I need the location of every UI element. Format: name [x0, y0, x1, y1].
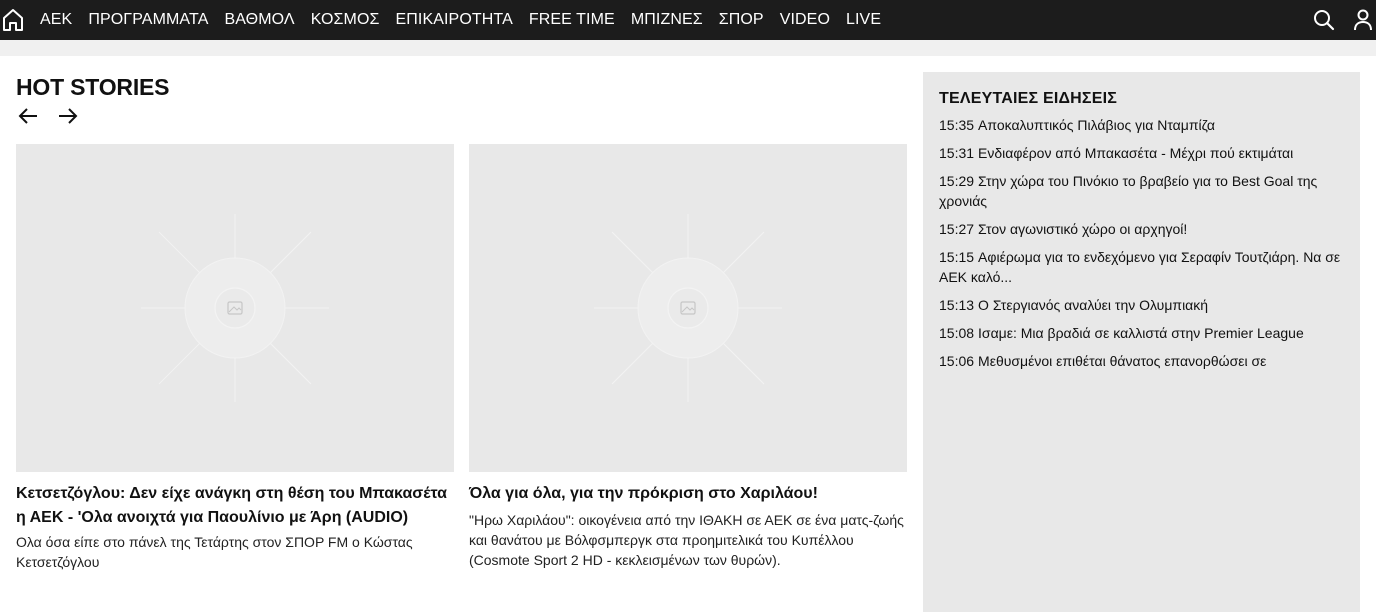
image-placeholder[interactable]	[16, 144, 454, 472]
news-time: 15:35	[939, 117, 975, 133]
news-item[interactable]: 15:35 Αποκαλυπτικός Πιλάβιος για Νταμπίζα	[939, 115, 1344, 135]
news-headline[interactable]: Ισαμε: Μια βραδιά σε καλλιστά στην Premi…	[978, 325, 1304, 341]
news-headline[interactable]: Αποκαλυπτικός Πιλάβιος για Νταμπίζα	[978, 117, 1215, 133]
nav-item-standings[interactable]: ΒΑΘΜΟΛ	[224, 11, 294, 29]
news-time: 15:06	[939, 353, 975, 369]
news-item[interactable]: 15:06 Μεθυσμένοι επιθέται θάνατος επανορθ…	[939, 351, 1344, 371]
news-item[interactable]: 15:27 Στον αγωνιστικό χώρο οι αρχηγοί!	[939, 219, 1344, 239]
news-item[interactable]: 15:13 Ο Στεργιανός αναλύει την Ολυμπιακή	[939, 295, 1344, 315]
news-item[interactable]: 15:29 Στην χώρα του Πινόκιο το βραβείο γι…	[939, 171, 1344, 211]
nav-item-live[interactable]: LIVE	[846, 11, 881, 29]
news-item[interactable]: 15:15 Αφιέρωμα για το ενδεχόμενο για Σερα…	[939, 247, 1344, 287]
news-headline[interactable]: Ενδιαφέρον από Μπακασέτα - Μέχρι πού εκτ…	[978, 145, 1293, 161]
main-menu: ΑΕΚ ΠΡΟΓΡΑΜΜΑΤΑ ΒΑΘΜΟΛ ΚΟΣΜΟΣ ΕΠΙΚΑΙΡΟΤΗ…	[40, 0, 881, 40]
latest-news-title: ΤΕΛΕΥΤΑΙΕΣ ΕΙΔΗΣΕΙΣ	[939, 90, 1118, 107]
news-item[interactable]: 15:31 Ενδιαφέρον από Μπακασέτα - Μέχρι πο…	[939, 143, 1344, 163]
nav-item-current-affairs[interactable]: ΕΠΙΚΑΙΡΟΤΗΤΑ	[395, 11, 512, 29]
story-title[interactable]: Κετσετζόγλου: Δεν είχε ανάγκη στη θέση τ…	[16, 482, 454, 530]
nav-item-free-time[interactable]: FREE TIME	[529, 11, 615, 29]
news-headline[interactable]: Αφιέρωμα για το ενδεχόμενο για Σεραφίν Τ…	[939, 249, 1340, 285]
news-time: 15:31	[939, 145, 975, 161]
home-icon[interactable]	[2, 8, 24, 32]
news-time: 15:27	[939, 221, 975, 237]
news-time: 15:15	[939, 249, 975, 265]
nav-item-business[interactable]: ΜΠΙΖΝΕΣ	[631, 11, 703, 29]
story-title[interactable]: Όλα για όλα, για την πρόκριση στο Χαριλά…	[469, 482, 907, 506]
arrow-left-icon[interactable]	[17, 106, 39, 126]
news-headline[interactable]: Μεθυσμένοι επιθέται θάνατος επανορθώσει …	[978, 353, 1266, 369]
news-item[interactable]: 15:08 Ισαμε: Μια βραδιά σε καλλιστά στην …	[939, 323, 1344, 343]
story-description: Ολα όσα είπε στο πάνελ της Τετάρτης στον…	[16, 534, 413, 570]
news-headline[interactable]: Ο Στεργιανός αναλύει την Ολυμπιακή	[978, 297, 1208, 313]
nav-item-aek[interactable]: ΑΕΚ	[40, 11, 72, 29]
news-time: 15:08	[939, 325, 975, 341]
search-icon[interactable]	[1313, 9, 1335, 31]
story-card: Όλα για όλα, για την πρόκριση στο Χαριλά…	[469, 144, 907, 570]
latest-news-list: 15:35 Αποκαλυπτικός Πιλάβιος για Νταμπίζα…	[939, 115, 1344, 371]
image-placeholder[interactable]	[469, 144, 907, 472]
nav-item-video[interactable]: VIDEO	[780, 11, 830, 29]
nav-item-world[interactable]: ΚΟΣΜΟΣ	[311, 11, 380, 29]
nav-item-sport[interactable]: ΣΠΟΡ	[719, 11, 764, 29]
news-time: 15:13	[939, 297, 975, 313]
arrow-right-icon[interactable]	[57, 106, 79, 126]
nav-item-programs[interactable]: ΠΡΟΓΡΑΜΜΑΤΑ	[88, 11, 208, 29]
story-card: Κετσετζόγλου: Δεν είχε ανάγκη στη θέση τ…	[16, 144, 454, 572]
latest-news-panel: ΤΕΛΕΥΤΑΙΕΣ ΕΙΔΗΣΕΙΣ 15:35 Αποκαλυπτικός Π…	[923, 72, 1360, 612]
news-headline[interactable]: Στον αγωνιστικό χώρο οι αρχηγοί!	[978, 221, 1187, 237]
user-icon[interactable]	[1353, 9, 1373, 31]
news-time: 15:29	[939, 173, 975, 189]
story-description: "Ηρω Χαριλάου": οικογένεια από την ΙΘΑΚΗ…	[469, 512, 904, 568]
nav-subbar	[0, 40, 1376, 56]
hot-stories-title: HOT STORIES	[16, 74, 170, 100]
news-headline[interactable]: Στην χώρα του Πινόκιο το βραβείο για το …	[939, 173, 1317, 209]
top-navigation-bar: ΑΕΚ ΠΡΟΓΡΑΜΜΑΤΑ ΒΑΘΜΟΛ ΚΟΣΜΟΣ ΕΠΙΚΑΙΡΟΤΗ…	[0, 0, 1376, 40]
